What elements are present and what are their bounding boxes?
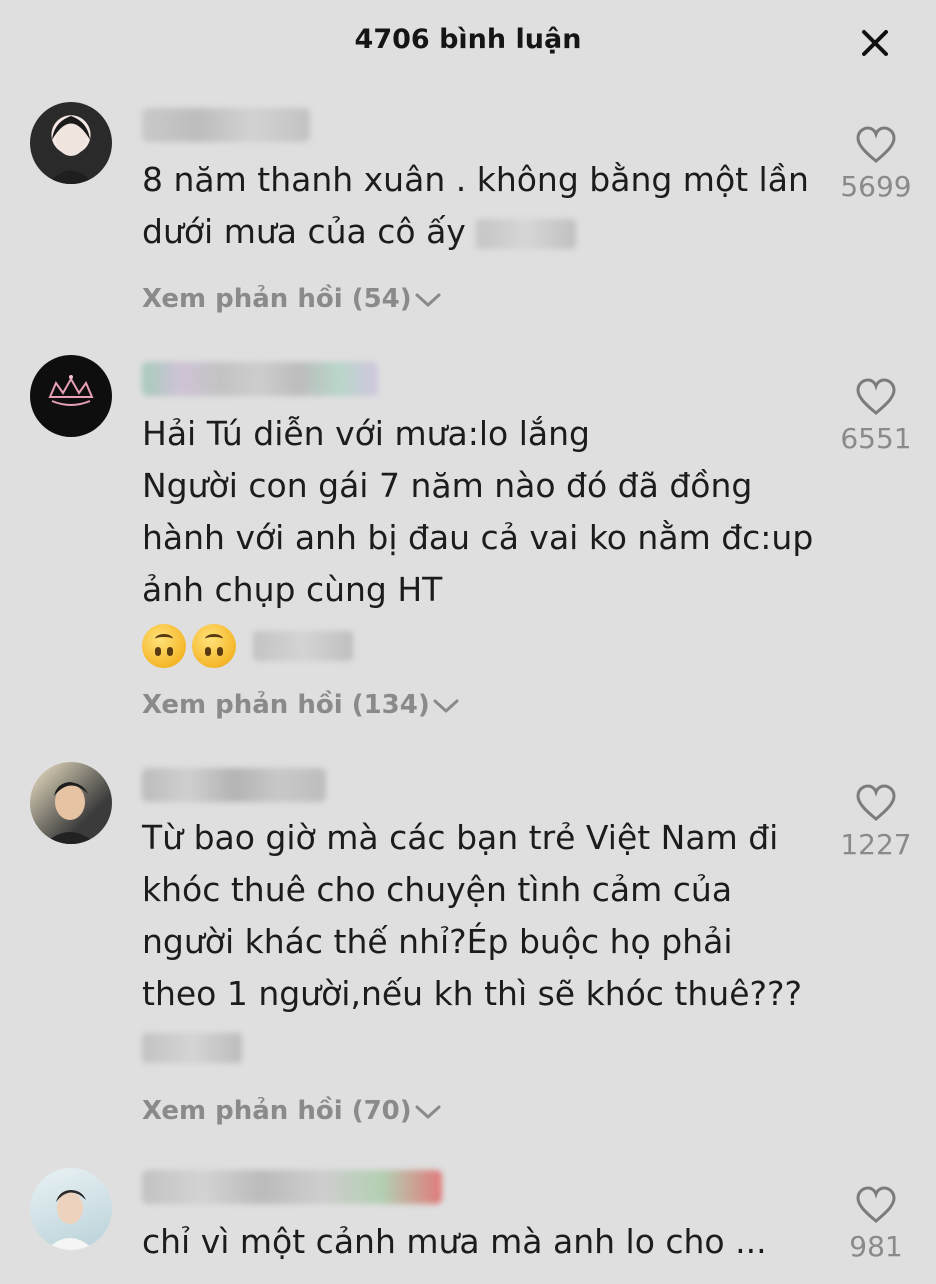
heart-icon[interactable] (855, 378, 897, 416)
avatar-photo (48, 375, 94, 406)
comments-count-title: 4706 bình luận (354, 24, 582, 55)
close-icon[interactable] (858, 26, 892, 60)
username-blurred (142, 362, 378, 396)
avatar[interactable] (30, 102, 112, 184)
chevron-down-icon (433, 699, 459, 712)
view-replies-button[interactable]: Xem phản hồi (54) (142, 284, 442, 314)
comment-text: Từ bao giờ mà các bạn trẻ Việt Nam đi kh… (142, 812, 822, 1072)
heart-icon[interactable] (855, 784, 897, 822)
view-replies-button[interactable]: Xem phản hồi (70) (142, 1096, 442, 1126)
avatar[interactable] (30, 355, 112, 437)
like-section: 5699 (830, 126, 922, 203)
comment-text: chỉ vì một cảnh mưa mà anh lo cho ... (142, 1222, 767, 1261)
comment-text: 8 năm thanh xuân . không bằng một lần dư… (142, 160, 809, 251)
upside-down-face-emoji-icon (142, 623, 186, 668)
inline-mention-blurred (476, 218, 577, 249)
heart-icon[interactable] (855, 1186, 897, 1224)
like-count: 6551 (840, 422, 912, 455)
heart-icon[interactable] (855, 126, 897, 164)
avatar-photo (46, 1190, 94, 1250)
username-blurred (142, 1170, 442, 1204)
like-count: 981 (849, 1230, 903, 1263)
avatar-photo (44, 782, 96, 844)
chevron-down-icon (415, 293, 441, 306)
upside-down-face-emoji-icon (192, 623, 236, 668)
like-section: 6551 (830, 378, 922, 455)
like-count: 1227 (840, 828, 912, 861)
inline-mention-blurred (142, 1032, 242, 1063)
chevron-down-icon (415, 1105, 441, 1118)
username-blurred (142, 108, 310, 142)
username-blurred (142, 768, 326, 802)
like-section: 1227 (830, 784, 922, 861)
avatar-photo (48, 116, 94, 184)
avatar[interactable] (30, 762, 112, 844)
like-count: 5699 (840, 170, 912, 203)
like-section: 981 (830, 1186, 922, 1263)
inline-mention-blurred (252, 630, 353, 661)
comments-header: 4706 bình luận (0, 0, 936, 86)
comment-text: Hải Tú diễn với mưa:lo lắng Người con gá… (142, 408, 822, 670)
avatar[interactable] (30, 1168, 112, 1250)
view-replies-button[interactable]: Xem phản hồi (134) (142, 690, 460, 720)
